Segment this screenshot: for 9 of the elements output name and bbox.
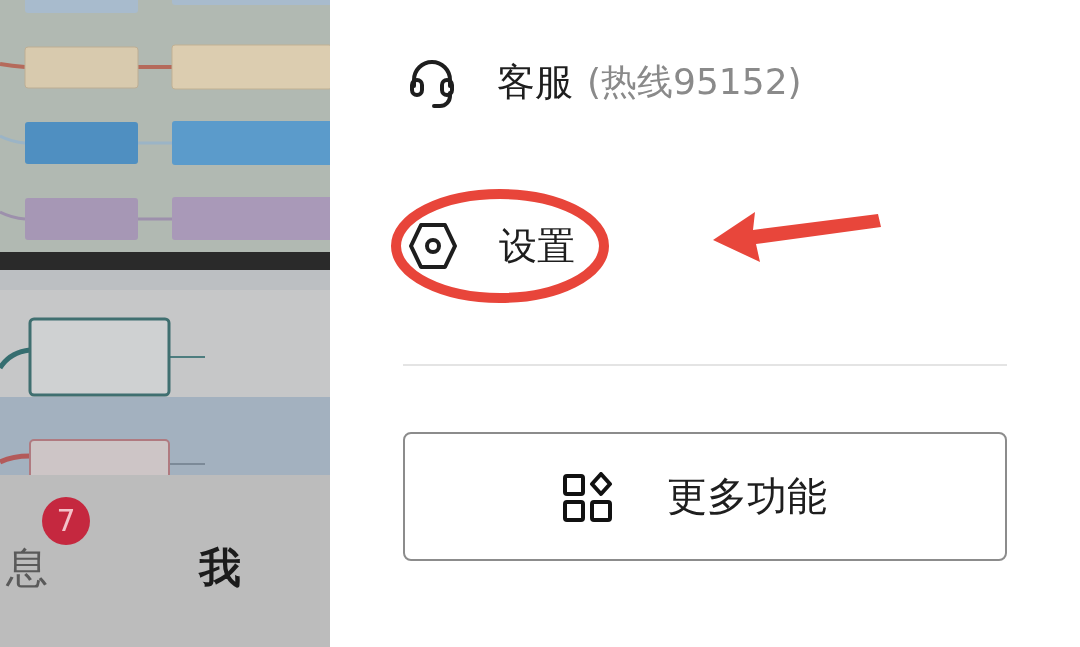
unread-badge: 7 xyxy=(42,497,90,545)
more-features-button[interactable]: 更多功能 xyxy=(403,432,1007,561)
tab[interactable]: 我 xyxy=(199,547,241,589)
settings-icon xyxy=(408,222,458,270)
grid-icon xyxy=(563,471,613,522)
tab[interactable]: 息 xyxy=(6,547,48,589)
hotline-note: (热线95152) xyxy=(587,59,802,104)
menu-item-label[interactable]: 设置 xyxy=(499,220,575,272)
menu-item-label[interactable]: 客服 xyxy=(497,56,573,108)
